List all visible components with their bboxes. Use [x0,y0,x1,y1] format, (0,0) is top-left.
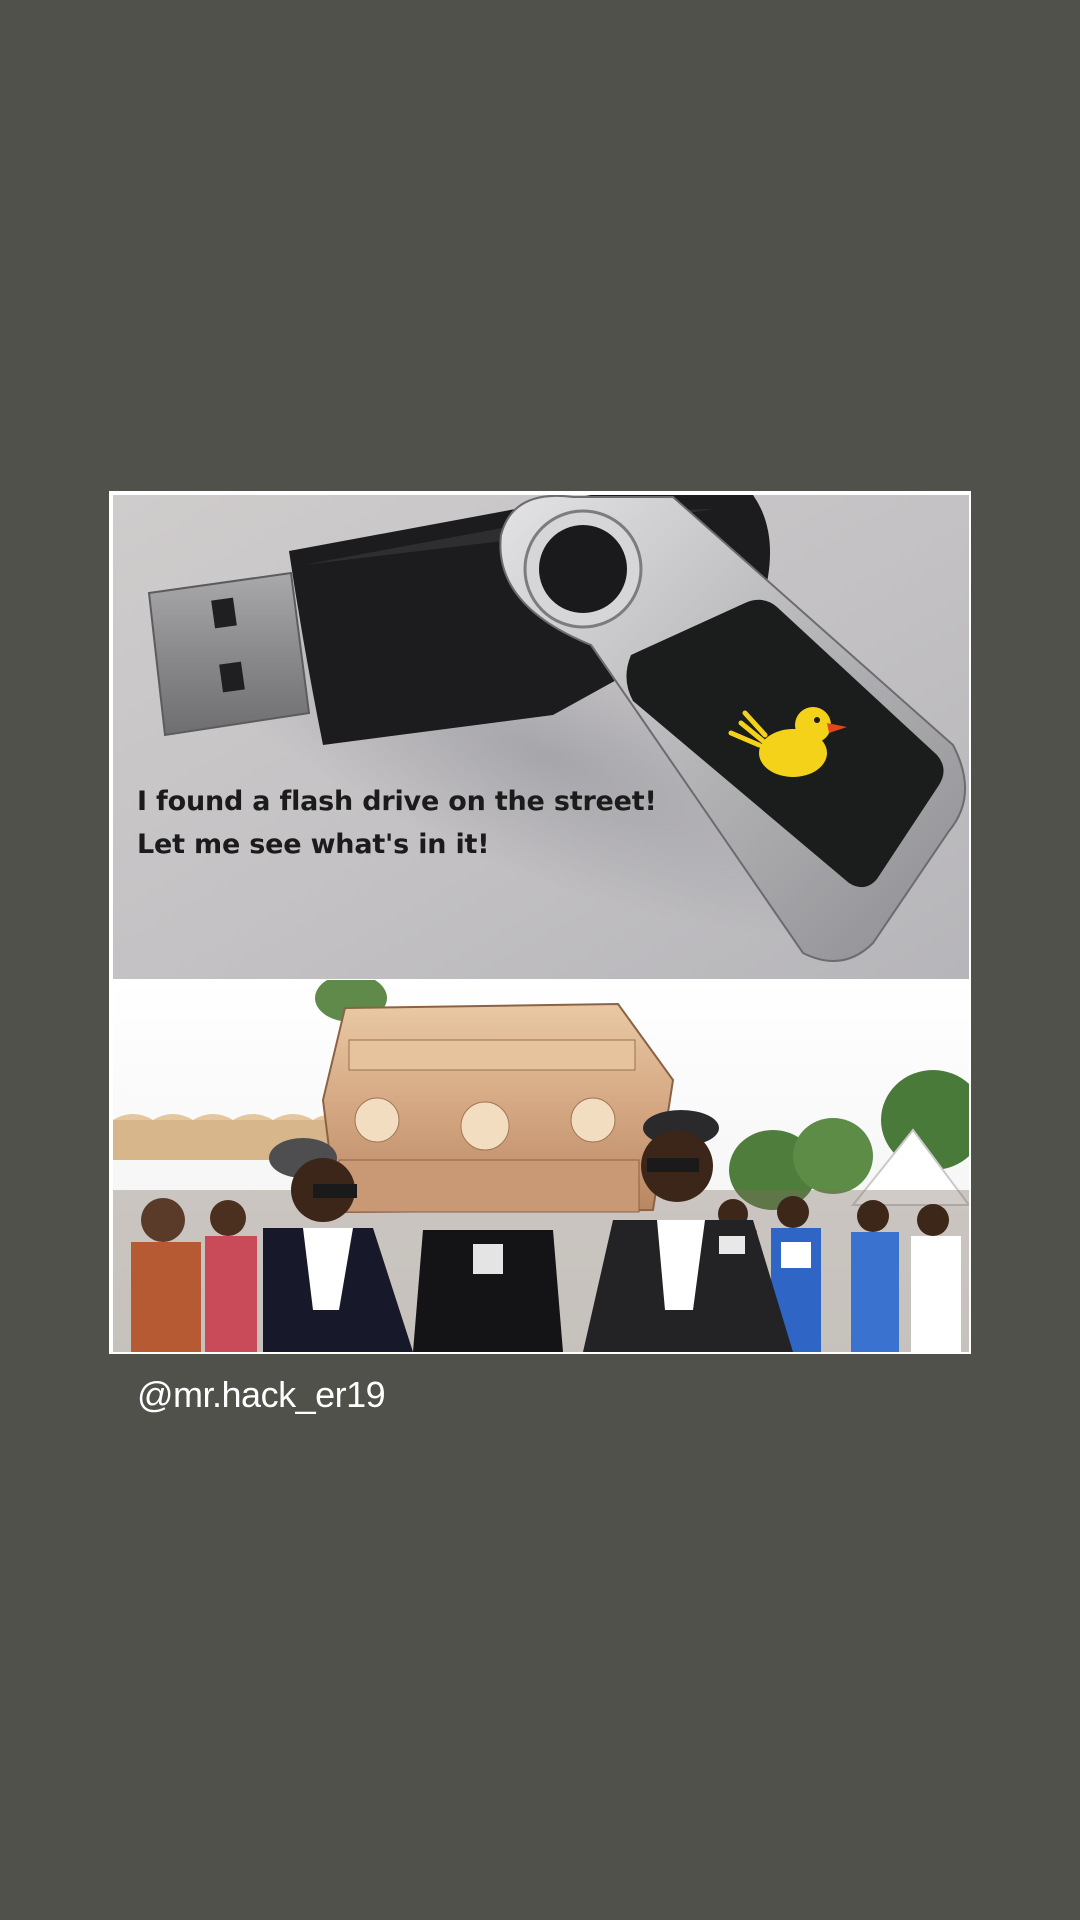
story-screen: I found a flash drive on the street! Let… [0,0,1080,1920]
account-watermark: @mr.hack_er19 [137,1374,386,1415]
caption-line-1: I found a flash drive on the street! [137,786,657,817]
flash-drive-illustration [113,495,969,979]
meme-image: I found a flash drive on the street! Let… [109,491,971,1354]
coffin [321,1002,675,1214]
flash-drive-photo: I found a flash drive on the street! Let… [113,495,969,979]
caption-line-2: Let me see what's in it! [137,829,490,860]
coffin-dance-illustration [113,980,969,1352]
coffin-dance-photo [113,980,969,1352]
